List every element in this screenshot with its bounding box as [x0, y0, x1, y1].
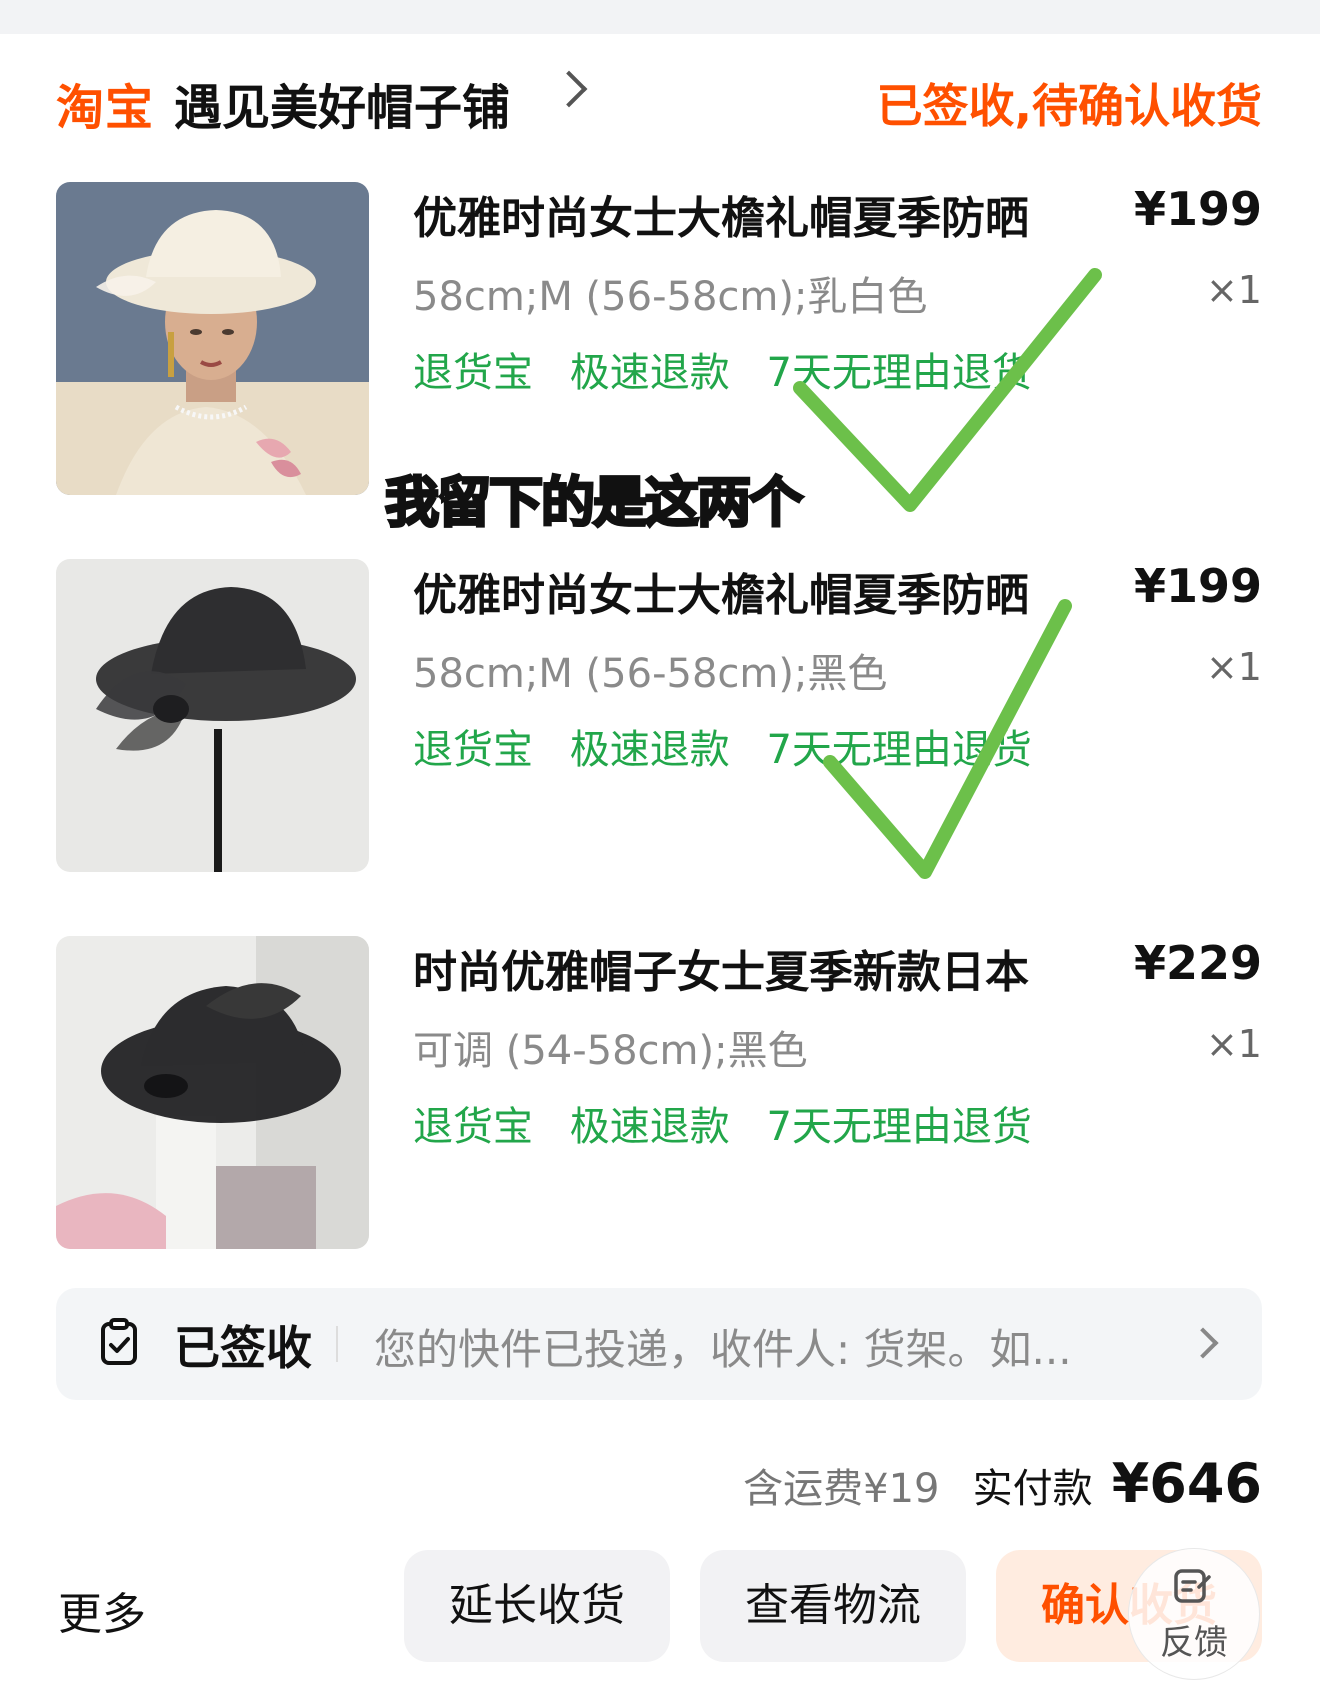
product-spec: 可调 (54-58cm);黑色 — [413, 1028, 808, 1074]
product-price: ¥199 — [1133, 182, 1262, 236]
feedback-edit-icon — [1174, 1569, 1211, 1603]
shop-name-link[interactable]: 遇见美好帽子铺 — [174, 68, 510, 138]
order-item[interactable]: 优雅时尚女士大檐礼帽夏季防晒 ¥199 58cm;M (56-58cm);乳白色… — [56, 182, 1262, 495]
service-tags: 退货宝 极速退款 7天无理由退货 — [413, 717, 1056, 775]
paid-label: 实付款 — [972, 1466, 1093, 1512]
more-button[interactable]: 更多 — [58, 1578, 146, 1642]
product-price: ¥229 — [1133, 936, 1262, 990]
product-image-cream-hat[interactable] — [56, 182, 369, 495]
service-tags: 退货宝 极速退款 7天无理由退货 — [413, 340, 1056, 398]
divider — [336, 1326, 338, 1362]
product-price: ¥199 — [1133, 559, 1262, 613]
logistics-banner[interactable]: 已签收 您的快件已投递，收件人: 货架。如... — [56, 1288, 1262, 1400]
chevron-right-icon[interactable] — [550, 70, 588, 108]
taobao-logo: 淘宝 — [56, 80, 155, 136]
tag-return-insurance: 退货宝 — [413, 1104, 533, 1150]
overlay-caption: 我留下的是这两个 — [384, 470, 805, 536]
tag-return-insurance: 退货宝 — [413, 727, 533, 773]
product-image-black-hat-stand[interactable] — [56, 936, 369, 1249]
tag-7-day-return: 7天无理由退货 — [766, 1104, 1032, 1150]
order-item[interactable]: 优雅时尚女士大檐礼帽夏季防晒 ¥199 58cm;M (56-58cm);黑色 … — [56, 559, 1262, 872]
view-logistics-button[interactable]: 查看物流 — [700, 1550, 966, 1662]
product-title[interactable]: 优雅时尚女士大檐礼帽夏季防晒 — [413, 559, 1029, 623]
chevron-right-icon[interactable] — [1187, 1327, 1219, 1359]
service-tags: 退货宝 极速退款 7天无理由退货 — [413, 1094, 1056, 1152]
tag-return-insurance: 退货宝 — [413, 350, 533, 396]
product-qty: ×1 — [1205, 645, 1262, 689]
tag-7-day-return: 7天无理由退货 — [766, 727, 1032, 773]
product-qty: ×1 — [1205, 1022, 1262, 1066]
order-header: 淘宝 遇见美好帽子铺 已签收,待确认收货 — [56, 68, 1262, 136]
top-strip — [0, 0, 1320, 34]
paid-amount: ¥646 — [1111, 1452, 1262, 1515]
product-title[interactable]: 时尚优雅帽子女士夏季新款日本 — [413, 936, 1029, 1000]
feedback-button[interactable]: 反馈 — [1128, 1548, 1260, 1680]
logistics-detail: 您的快件已投递，收件人: 货架。如... — [374, 1325, 1072, 1374]
product-title[interactable]: 优雅时尚女士大檐礼帽夏季防晒 — [413, 182, 1029, 246]
clipboard-check-icon — [101, 1318, 137, 1365]
feedback-label: 反馈 — [1160, 1623, 1228, 1663]
shipping-fee: 含运费¥19 — [743, 1466, 940, 1512]
order-item[interactable]: 时尚优雅帽子女士夏季新款日本 ¥229 可调 (54-58cm);黑色 ×1 退… — [56, 936, 1262, 1249]
tag-7-day-return: 7天无理由退货 — [766, 350, 1032, 396]
product-spec: 58cm;M (56-58cm);乳白色 — [413, 274, 928, 320]
order-status: 已签收,待确认收货 — [876, 79, 1262, 133]
logistics-status-label: 已签收 — [174, 1321, 312, 1375]
tag-fast-refund: 极速退款 — [569, 350, 730, 396]
tag-fast-refund: 极速退款 — [569, 727, 730, 773]
extend-receipt-button[interactable]: 延长收货 — [404, 1550, 670, 1662]
product-spec: 58cm;M (56-58cm);黑色 — [413, 651, 888, 697]
product-qty: ×1 — [1205, 268, 1262, 312]
order-totals: 含运费¥19 实付款 ¥646 — [743, 1452, 1262, 1515]
product-image-black-hat[interactable] — [56, 559, 369, 872]
tag-fast-refund: 极速退款 — [569, 1104, 730, 1150]
